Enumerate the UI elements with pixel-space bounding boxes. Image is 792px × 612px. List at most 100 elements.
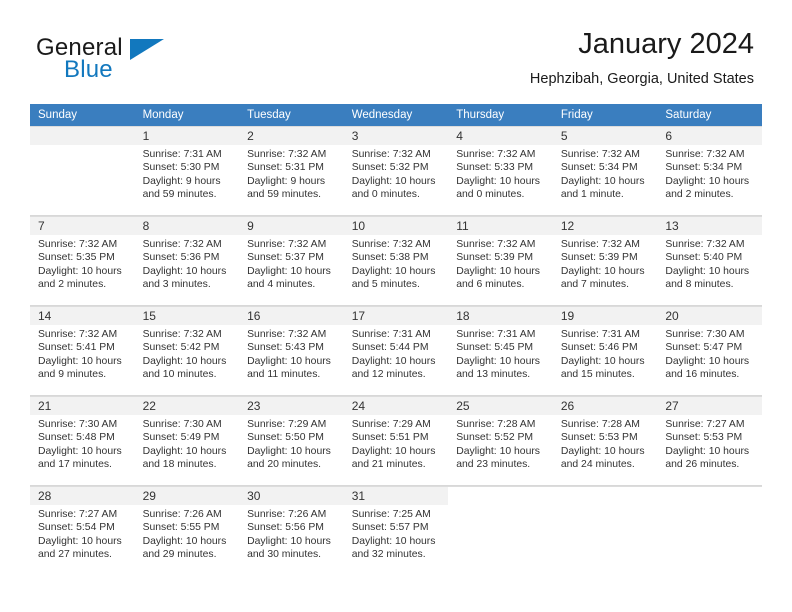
calendar-page: General Blue January 2024 Hephzibah, Geo…: [0, 0, 792, 612]
day-number: 16: [239, 307, 344, 325]
sunset-text: Sunset: 5:44 PM: [351, 342, 429, 354]
daylight-text-line2: and 2 minutes.: [665, 189, 734, 201]
sunset-text: Sunset: 5:37 PM: [247, 252, 324, 264]
calendar-cell-day-7[interactable]: 7 Sunrise: 7:32 AM Sunset: 5:35 PM Daylight…: [30, 215, 135, 306]
sunrise-text: Sunrise: 7:27 AM: [38, 509, 118, 520]
calendar-cell-day-4[interactable]: 4 Sunrise: 7:32 AM Sunset: 5:33 PM Daylight…: [448, 126, 553, 216]
day-number: 8: [134, 217, 240, 235]
title-block: January 2024 Hephzibah, Georgia, United …: [530, 26, 754, 89]
brand-logo[interactable]: General Blue: [36, 34, 266, 92]
calendar-week-row: 28 Sunrise: 7:27 AM Sunset: 5:54 PM Dayligh…: [30, 485, 762, 575]
sunset-text: Sunset: 5:39 PM: [560, 252, 638, 264]
calendar-cell-day-30[interactable]: 30 Sunrise: 7:26 AM Sunset: 5:56 PM Dayligh…: [239, 485, 344, 575]
daylight-text-line1: Daylight: 10 hours: [665, 175, 750, 187]
day-details: Sunrise: 7:32 AM Sunset: 5:40 PM Daylight:…: [657, 235, 762, 292]
calendar-cell-day-16[interactable]: 16 Sunrise: 7:32 AM Sunset: 5:43 PM Dayligh…: [239, 305, 344, 396]
calendar-cell-day-13[interactable]: 13 Sunrise: 7:32 AM Sunset: 5:40 PM Dayligh…: [657, 215, 762, 306]
day-details: Sunrise: 7:29 AM Sunset: 5:50 PM Daylight:…: [239, 415, 344, 472]
daylight-text-line2: and 9 minutes.: [38, 369, 107, 381]
weekday-header-wednesday: Wednesday: [343, 104, 449, 126]
sunset-text: Sunset: 5:40 PM: [665, 252, 743, 264]
calendar-cell-day-25[interactable]: 25 Sunrise: 7:28 AM Sunset: 5:52 PM Dayligh…: [448, 395, 553, 486]
sunrise-text: Sunrise: 7:32 AM: [142, 329, 222, 340]
calendar-cell-day-2[interactable]: 2 Sunrise: 7:32 AM Sunset: 5:31 PM Daylight…: [239, 126, 344, 216]
calendar-cell-day-5[interactable]: 5 Sunrise: 7:32 AM Sunset: 5:34 PM Daylight…: [552, 126, 658, 216]
calendar-cell-day-29[interactable]: 29 Sunrise: 7:26 AM Sunset: 5:55 PM Dayligh…: [134, 485, 240, 575]
day-number: 29: [134, 487, 240, 505]
daylight-text-line2: and 59 minutes.: [247, 189, 322, 201]
daylight-text-line1: Daylight: 10 hours: [456, 265, 540, 277]
brand-name-blue: Blue: [64, 56, 113, 83]
empty-day-strip: [448, 487, 553, 505]
day-details: Sunrise: 7:32 AM Sunset: 5:39 PM Daylight:…: [448, 235, 553, 292]
daylight-text-line1: Daylight: 10 hours: [247, 355, 331, 367]
day-number: 13: [657, 217, 762, 235]
calendar-cell-day-10[interactable]: 10 Sunrise: 7:32 AM Sunset: 5:38 PM Dayligh…: [343, 215, 449, 306]
day-number: 30: [239, 487, 344, 505]
sunset-text: Sunset: 5:51 PM: [351, 432, 429, 444]
day-number: 27: [657, 397, 762, 415]
page-title: January 2024: [578, 28, 754, 60]
daylight-text-line2: and 23 minutes.: [456, 459, 531, 471]
calendar-cell-day-11[interactable]: 11 Sunrise: 7:32 AM Sunset: 5:39 PM Dayligh…: [448, 215, 553, 306]
calendar-cell-day-20[interactable]: 20 Sunrise: 7:30 AM Sunset: 5:47 PM Dayligh…: [657, 305, 762, 396]
calendar-cell-day-31[interactable]: 31 Sunrise: 7:25 AM Sunset: 5:57 PM Dayligh…: [343, 485, 449, 575]
sunrise-text: Sunrise: 7:31 AM: [560, 329, 640, 340]
calendar-cell-day-26[interactable]: 26 Sunrise: 7:28 AM Sunset: 5:53 PM Dayligh…: [552, 395, 658, 486]
day-number: 3: [343, 127, 449, 145]
sunrise-text: Sunrise: 7:32 AM: [560, 149, 640, 160]
sunset-text: Sunset: 5:38 PM: [351, 252, 429, 264]
day-details: Sunrise: 7:30 AM Sunset: 5:48 PM Daylight:…: [30, 415, 135, 472]
calendar-cell-day-18[interactable]: 18 Sunrise: 7:31 AM Sunset: 5:45 PM Dayligh…: [448, 305, 553, 396]
daylight-text-line1: Daylight: 10 hours: [351, 355, 436, 367]
day-details: Sunrise: 7:30 AM Sunset: 5:49 PM Daylight:…: [135, 415, 240, 472]
sunset-text: Sunset: 5:53 PM: [560, 432, 638, 444]
daylight-text-line1: Daylight: 10 hours: [351, 535, 436, 547]
calendar-cell-day-6[interactable]: 6 Sunrise: 7:32 AM Sunset: 5:34 PM Daylight…: [657, 126, 762, 216]
calendar-cell-day-12[interactable]: 12 Sunrise: 7:32 AM Sunset: 5:39 PM Dayligh…: [552, 215, 658, 306]
calendar-cell-day-23[interactable]: 23 Sunrise: 7:29 AM Sunset: 5:50 PM Dayligh…: [239, 395, 344, 486]
calendar-cell-day-22[interactable]: 22 Sunrise: 7:30 AM Sunset: 5:49 PM Dayligh…: [134, 395, 240, 486]
calendar-cell-day-24[interactable]: 24 Sunrise: 7:29 AM Sunset: 5:51 PM Dayligh…: [343, 395, 449, 486]
day-number: 23: [239, 397, 344, 415]
sunset-text: Sunset: 5:50 PM: [247, 432, 324, 444]
location-subtitle: Hephzibah, Georgia, United States: [529, 71, 754, 87]
calendar-cell-day-17[interactable]: 17 Sunrise: 7:31 AM Sunset: 5:44 PM Dayligh…: [343, 305, 449, 396]
sunset-text: Sunset: 5:42 PM: [142, 342, 220, 354]
calendar-cell-day-28[interactable]: 28 Sunrise: 7:27 AM Sunset: 5:54 PM Dayligh…: [30, 485, 135, 575]
daylight-text-line2: and 30 minutes.: [247, 549, 322, 561]
sunrise-text: Sunrise: 7:32 AM: [142, 239, 222, 250]
sunrise-text: Sunrise: 7:29 AM: [247, 419, 327, 430]
daylight-text-line2: and 15 minutes.: [560, 369, 635, 381]
day-number: 28: [30, 487, 135, 505]
daylight-text-line1: Daylight: 10 hours: [665, 445, 750, 457]
calendar-cell-day-9[interactable]: 9 Sunrise: 7:32 AM Sunset: 5:37 PM Daylight…: [239, 215, 344, 306]
calendar-week-row: 14 Sunrise: 7:32 AM Sunset: 5:41 PM Dayligh…: [30, 305, 762, 396]
day-details: Sunrise: 7:31 AM Sunset: 5:44 PM Daylight:…: [344, 325, 449, 382]
calendar-cell-day-8[interactable]: 8 Sunrise: 7:32 AM Sunset: 5:36 PM Daylight…: [134, 215, 240, 306]
sunrise-text: Sunrise: 7:29 AM: [351, 419, 431, 430]
calendar-cell-empty: [657, 485, 762, 575]
day-details: Sunrise: 7:25 AM Sunset: 5:57 PM Daylight:…: [344, 505, 449, 562]
sunset-text: Sunset: 5:54 PM: [38, 522, 115, 534]
day-details: Sunrise: 7:32 AM Sunset: 5:32 PM Daylight:…: [344, 145, 449, 202]
sunset-text: Sunset: 5:31 PM: [247, 162, 324, 174]
day-number: 6: [657, 127, 762, 145]
calendar-week-row: 21 Sunrise: 7:30 AM Sunset: 5:48 PM Dayligh…: [30, 395, 762, 486]
calendar-cell-empty: [552, 485, 658, 575]
calendar-cell-day-14[interactable]: 14 Sunrise: 7:32 AM Sunset: 5:41 PM Dayligh…: [30, 305, 135, 396]
sunset-text: Sunset: 5:45 PM: [456, 342, 534, 354]
daylight-text-line1: Daylight: 10 hours: [351, 175, 436, 187]
calendar-cell-day-1[interactable]: 1 Sunrise: 7:31 AM Sunset: 5:30 PM Daylight…: [134, 126, 240, 216]
calendar-cell-day-19[interactable]: 19 Sunrise: 7:31 AM Sunset: 5:46 PM Dayligh…: [552, 305, 658, 396]
sunrise-text: Sunrise: 7:32 AM: [456, 149, 536, 160]
calendar-cell-day-15[interactable]: 15 Sunrise: 7:32 AM Sunset: 5:42 PM Dayligh…: [134, 305, 240, 396]
calendar-cell-day-21[interactable]: 21 Sunrise: 7:30 AM Sunset: 5:48 PM Dayligh…: [30, 395, 135, 486]
calendar-header-row: Sunday Monday Tuesday Wednesday Thursday Frid…: [30, 104, 762, 126]
calendar-cell-day-3[interactable]: 3 Sunrise: 7:32 AM Sunset: 5:32 PM Daylight…: [343, 126, 449, 216]
daylight-text-line1: Daylight: 10 hours: [142, 355, 227, 367]
daylight-text-line2: and 27 minutes.: [38, 549, 112, 561]
daylight-text-line2: and 0 minutes.: [456, 189, 525, 201]
daylight-text-line1: Daylight: 10 hours: [560, 265, 645, 277]
calendar-cell-day-27[interactable]: 27 Sunrise: 7:27 AM Sunset: 5:53 PM Dayligh…: [657, 395, 762, 486]
